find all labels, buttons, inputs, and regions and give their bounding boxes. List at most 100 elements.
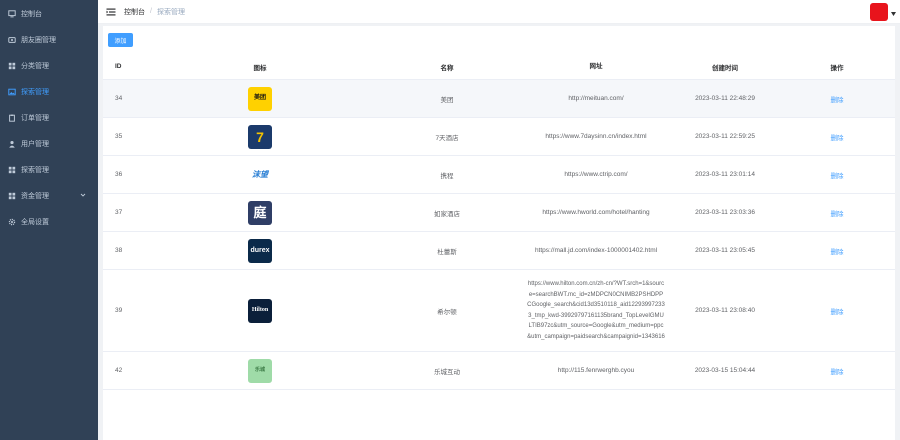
table-header: ID 图标 名称 网址 创建时间 操作 <box>103 54 895 80</box>
moments-icon <box>8 36 16 44</box>
cell-id: 42 <box>115 367 123 374</box>
header-action: 操作 <box>830 64 844 72</box>
cell-created: 2023-03-11 23:03:36 <box>695 209 755 216</box>
header-id: ID <box>115 63 122 70</box>
logo-image: 美团 <box>248 86 272 111</box>
header-logo: 图标 <box>253 64 267 72</box>
table-row: 36 沫望 携程 https://www.ctrip.com/ 2023-03-… <box>103 156 895 194</box>
cell-url: https://www.hworld.com/hotel/hanting <box>542 209 650 216</box>
logo-image: Hilton <box>248 298 272 323</box>
delete-link[interactable]: 删除 <box>831 135 844 142</box>
header-url: 网址 <box>589 63 603 70</box>
delete-link[interactable]: 删除 <box>831 249 844 256</box>
chevron-down-icon <box>80 192 86 198</box>
cell-name: 希尔顿 <box>437 308 457 316</box>
breadcrumb-home[interactable]: 控制台 <box>124 7 145 17</box>
sidebar-item-label: 探索管理 <box>21 167 49 174</box>
cell-created: 2023-03-11 23:01:14 <box>695 171 755 178</box>
logo-image: 乐城 <box>248 358 272 383</box>
cell-url: http://meituan.com/ <box>568 95 624 102</box>
delete-link[interactable]: 删除 <box>831 211 844 218</box>
cell-name: 杜蕾斯 <box>437 248 457 256</box>
top-navbar: 控制台 / 探索管理 <box>98 0 900 24</box>
hamburger-menu-icon[interactable] <box>106 7 116 17</box>
delete-link[interactable]: 删除 <box>831 97 844 104</box>
table-row: 39 Hilton 希尔顿 https://www.hilton.com.cn/… <box>103 270 895 352</box>
grid-icon <box>8 166 16 174</box>
sidebar-item-users[interactable]: 用户管理 <box>0 131 98 157</box>
explore-table: ID 图标 名称 网址 创建时间 操作 34 美团 美团 http://meit… <box>103 54 895 390</box>
sidebar-item-settings[interactable]: 全局设置 <box>0 209 98 235</box>
logo-text: 美团 <box>253 95 266 101</box>
logo-image: 庭 <box>248 200 272 225</box>
grid-icon <box>8 62 16 70</box>
cell-name: 7天酒店 <box>435 134 459 142</box>
sidebar-item-label: 朋友圈管理 <box>21 37 56 44</box>
sidebar-item-label: 分类管理 <box>21 63 49 70</box>
clipboard-icon <box>8 114 16 122</box>
dashboard-icon <box>8 10 16 18</box>
cell-id: 36 <box>115 171 123 178</box>
cell-name: 携程 <box>440 172 454 180</box>
sidebar-item-label: 探索管理 <box>21 89 49 96</box>
delete-link[interactable]: 删除 <box>831 369 844 376</box>
sidebar-item-orders[interactable]: 订单管理 <box>0 105 98 131</box>
breadcrumb-current: 探索管理 <box>156 8 185 16</box>
cell-id: 34 <box>115 95 123 102</box>
table-row: 34 美团 美团 http://meituan.com/ 2023-03-11 … <box>103 80 895 118</box>
sidebar-item-label: 用户管理 <box>21 141 49 148</box>
cell-name: 乐城互动 <box>434 368 460 376</box>
logo-image: 沫望 <box>248 162 272 187</box>
sidebar-item-category[interactable]: 分类管理 <box>0 53 98 79</box>
logo-text: durex <box>250 247 270 254</box>
cell-created: 2023-03-11 23:05:45 <box>695 247 755 254</box>
add-button[interactable]: 添加 <box>108 33 133 47</box>
delete-link[interactable]: 删除 <box>831 173 844 180</box>
cell-url: https://www.hilton.com.cn/zh-cn/?WT.srch… <box>527 281 665 340</box>
cell-created: 2023-03-11 22:48:29 <box>695 95 755 102</box>
image-icon <box>8 88 16 96</box>
cell-id: 35 <box>115 133 123 140</box>
main-content: 添加 ID 图标 名称 网址 创建时间 操作 34 美团 美团 http://m… <box>103 26 895 440</box>
cell-name: 美团 <box>440 96 454 104</box>
logo-text: Hilton <box>251 307 269 313</box>
sidebar-item-dashboard[interactable]: 控制台 <box>0 1 98 27</box>
avatar[interactable] <box>870 3 888 21</box>
table-row: 37 庭 如家酒店 https://www.hworld.com/hotel/h… <box>103 194 895 232</box>
cell-created: 2023-03-11 22:59:25 <box>695 133 755 140</box>
table-row: 35 7 7天酒店 https://www.7daysinn.cn/index.… <box>103 118 895 156</box>
delete-link[interactable]: 删除 <box>831 309 844 316</box>
header-created: 创建时间 <box>712 64 738 72</box>
sidebar-item-label: 全局设置 <box>21 219 49 226</box>
cell-url: https://www.ctrip.com/ <box>564 171 628 178</box>
caret-down-icon[interactable] <box>891 12 896 16</box>
cell-url: http://115.fenrwerghb.cyou <box>557 367 635 374</box>
logo-image: 7 <box>248 124 272 149</box>
sidebar-item-explore-2[interactable]: 探索管理 <box>0 157 98 183</box>
cell-url: https://mall.jd.com/index-1000001402.htm… <box>534 247 658 254</box>
user-icon <box>8 140 16 148</box>
sidebar-item-explore[interactable]: 探索管理 <box>0 79 98 105</box>
cell-name: 如家酒店 <box>434 210 460 218</box>
cell-id: 37 <box>115 209 123 216</box>
sidebar-item-label: 资金管理 <box>21 193 49 200</box>
breadcrumb-separator: / <box>150 8 152 15</box>
sidebar-item-moments[interactable]: 朋友圈管理 <box>0 27 98 53</box>
sidebar-item-label: 订单管理 <box>21 115 49 122</box>
logo-image: durex <box>248 238 272 263</box>
gear-icon <box>8 218 16 226</box>
sidebar: 控制台 朋友圈管理 分类管理 探索管理 订单管理 用户管理 探索管理 资金管理 … <box>0 0 98 440</box>
sidebar-item-label: 控制台 <box>21 11 42 18</box>
table-row: 38 durex 杜蕾斯 https://mall.jd.com/index-1… <box>103 232 895 270</box>
cell-id: 39 <box>115 307 123 314</box>
grid-icon <box>8 192 16 200</box>
sidebar-item-funds[interactable]: 资金管理 <box>0 183 98 209</box>
logo-text: 乐城 <box>254 367 265 373</box>
logo-text: 沫望 <box>252 170 268 179</box>
header-name: 名称 <box>440 64 454 72</box>
logo-text: 庭 <box>253 204 267 220</box>
cell-url: https://www.7daysinn.cn/index.html <box>545 133 647 140</box>
logo-text: 7 <box>256 128 264 145</box>
cell-id: 38 <box>115 247 123 254</box>
table-row: 42 乐城 乐城互动 http://115.fenrwerghb.cyou 20… <box>103 352 895 390</box>
